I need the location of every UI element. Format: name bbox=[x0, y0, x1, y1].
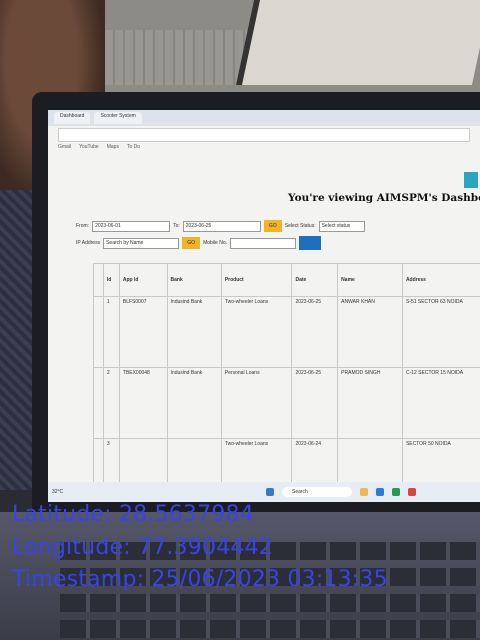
table-cell: Indusind Bank bbox=[166, 296, 222, 368]
chrome-icon[interactable] bbox=[408, 488, 416, 496]
status-select[interactable]: Select status bbox=[318, 220, 365, 232]
key-row bbox=[60, 620, 480, 638]
table-header: App Id bbox=[118, 263, 168, 297]
address-bar[interactable] bbox=[58, 128, 470, 142]
row-checkbox[interactable] bbox=[93, 296, 104, 368]
bookmark[interactable]: Gmail bbox=[58, 144, 71, 154]
latitude-overlay: Latitude: 28.5637984 bbox=[12, 502, 254, 527]
mobile-label: Mobile No. bbox=[203, 240, 227, 246]
records-table: Id App Id Bank Product Date Name Address… bbox=[93, 263, 480, 502]
longitude-overlay: Longitude: 77.3904442 bbox=[12, 535, 273, 560]
table-cell: Personal Loans bbox=[220, 367, 293, 439]
table-cell: S-51 SECTOR 63 NOIDA bbox=[401, 296, 480, 368]
bookmarks-bar: Gmail YouTube Maps To Do bbox=[48, 144, 480, 154]
table-header: Date bbox=[291, 263, 339, 297]
bookmark[interactable]: To Do bbox=[127, 144, 140, 154]
submit-button[interactable] bbox=[299, 236, 321, 250]
table-header: Id bbox=[102, 263, 120, 297]
ip-label: IP Address bbox=[76, 240, 101, 246]
background-laptop-screen bbox=[235, 0, 480, 85]
table-header: Address bbox=[401, 263, 480, 297]
table-cell: 2023-06-25 bbox=[291, 367, 339, 439]
table-cell: ANWAR KHAN bbox=[337, 296, 403, 368]
windows-taskbar: 32°C Search bbox=[48, 482, 480, 502]
table-header: Name bbox=[337, 263, 403, 297]
background-laptop bbox=[95, 0, 480, 95]
menu-button[interactable] bbox=[464, 172, 478, 188]
file-explorer-icon[interactable] bbox=[360, 488, 368, 496]
go-button[interactable]: GO bbox=[263, 220, 282, 232]
table-row[interactable]: 2 TBEX00048 Indusind Bank Personal Loans… bbox=[93, 367, 480, 439]
taskbar-search[interactable]: Search bbox=[282, 487, 352, 497]
table-header: Product bbox=[220, 263, 293, 297]
to-date-input[interactable]: 2023-06-25 bbox=[182, 220, 261, 232]
table-cell: 2023-06-25 bbox=[291, 296, 339, 368]
dashboard-title: You're viewing AIMSPM's Dashboard bbox=[288, 192, 480, 204]
table-cell: PRAMOD SINGH bbox=[337, 367, 403, 439]
table-cell: Two-wheeler Loans bbox=[220, 296, 293, 368]
from-label: From: bbox=[76, 223, 90, 229]
status-label: Select Status: bbox=[284, 223, 316, 229]
edge-icon[interactable] bbox=[376, 488, 384, 496]
to-label: To: bbox=[173, 223, 180, 229]
windows-start-icon[interactable] bbox=[266, 488, 274, 496]
browser-tab-bar: Dashboard Scooter System bbox=[48, 110, 480, 126]
table-cell: 2 bbox=[102, 367, 120, 439]
weather-widget[interactable]: 32°C bbox=[52, 489, 63, 495]
table-row[interactable]: 1 BLFS0007 Indusind Bank Two-wheeler Loa… bbox=[93, 296, 480, 368]
bookmark[interactable]: Maps bbox=[107, 144, 119, 154]
key-row bbox=[60, 594, 480, 612]
from-date-input[interactable]: 2023-06-01 bbox=[92, 220, 171, 232]
table-cell: 1 bbox=[102, 296, 120, 368]
search-name-input[interactable]: Search by Name bbox=[103, 237, 180, 249]
table-cell: Indusind Bank bbox=[166, 367, 222, 439]
table-header bbox=[93, 263, 104, 297]
table-cell: TBEX00048 bbox=[118, 367, 168, 439]
table-cell: C-12 SECTOR 15 NOIDA bbox=[401, 367, 480, 439]
table-header-row: Id App Id Bank Product Date Name Address bbox=[93, 263, 480, 297]
table-header: Bank bbox=[166, 263, 222, 297]
table-cell: BLFS0007 bbox=[118, 296, 168, 368]
browser-tab[interactable]: Scooter System bbox=[94, 112, 142, 124]
mobile-input[interactable] bbox=[230, 237, 296, 249]
search-button[interactable]: GO bbox=[182, 237, 201, 249]
timestamp-overlay: Timestamp: 25/06/2023 03:13:35 bbox=[12, 567, 388, 592]
row-checkbox[interactable] bbox=[93, 367, 104, 439]
app-icon[interactable] bbox=[392, 488, 400, 496]
bookmark[interactable]: YouTube bbox=[79, 144, 99, 154]
laptop-screen: Dashboard Scooter System Gmail YouTube M… bbox=[48, 110, 480, 502]
browser-tab[interactable]: Dashboard bbox=[54, 112, 91, 124]
